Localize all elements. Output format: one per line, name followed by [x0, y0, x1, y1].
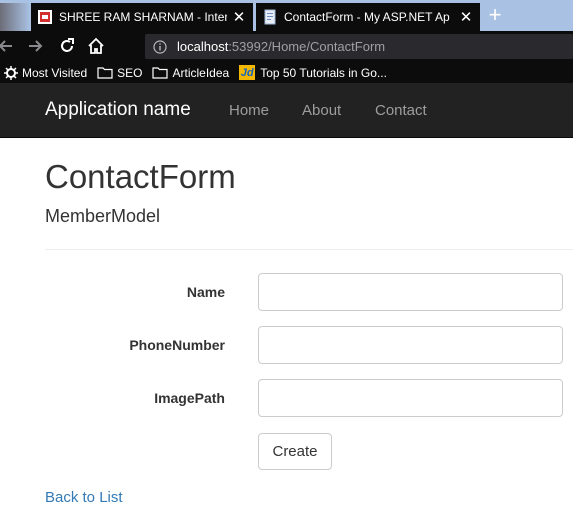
url-path: :53992/Home/ContactForm: [228, 39, 386, 54]
tab-close-icon[interactable]: ✕: [231, 8, 247, 26]
app-navbar: Application name Home About Contact: [0, 83, 573, 138]
imagepath-label: ImagePath: [154, 390, 225, 406]
url-host: localhost: [177, 39, 229, 54]
bookmark-label: SEO: [117, 65, 143, 80]
browser-toolbar: localhost:53992/Home/ContactForm: [0, 31, 573, 62]
bookmarks-bar: Most Visited SEO ArticleIdea Jd Top 50 T…: [0, 62, 573, 83]
back-to-list-link[interactable]: Back to List: [45, 489, 123, 506]
bookmark-most-visited[interactable]: Most Visited: [4, 65, 88, 80]
url-bar[interactable]: localhost:53992/Home/ContactForm: [145, 34, 573, 59]
model-subtitle: MemberModel: [45, 206, 161, 226]
tab-title: ContactForm - My ASP.NET Ap: [284, 10, 450, 24]
imagepath-input[interactable]: [258, 379, 563, 417]
info-icon[interactable]: [153, 39, 167, 54]
nav-link-home[interactable]: Home: [229, 102, 269, 119]
phonenumber-input[interactable]: [258, 326, 563, 364]
bookmark-label: Most Visited: [22, 65, 88, 80]
folder-icon: [152, 67, 169, 79]
create-button[interactable]: Create: [258, 433, 332, 470]
browser-tab-contactform[interactable]: ContactForm - My ASP.NET Ap ✕: [256, 3, 480, 31]
home-icon[interactable]: [86, 36, 106, 56]
back-arrow-icon[interactable]: [0, 36, 16, 56]
tab-overflow-fade: [0, 3, 30, 31]
page-title: ContactForm: [45, 158, 236, 195]
bookmark-label: Top 50 Tutorials in Go...: [260, 65, 387, 80]
nav-link-contact[interactable]: Contact: [375, 102, 427, 119]
jd-logo-icon: Jd: [239, 65, 256, 80]
gear-icon: [4, 65, 18, 80]
divider: [45, 249, 573, 250]
name-label: Name: [186, 284, 225, 300]
nav-link-about[interactable]: About: [302, 102, 341, 119]
new-tab-button[interactable]: +: [485, 3, 505, 29]
forward-arrow-icon[interactable]: [25, 36, 45, 56]
browser-tab-strip: SHREE RAM SHARNAM - Intern ✕ ContactForm…: [0, 0, 573, 31]
tab-close-icon[interactable]: ✕: [458, 8, 474, 26]
browser-tab-shree-ram[interactable]: SHREE RAM SHARNAM - Intern ✕: [31, 3, 253, 31]
document-icon: [264, 9, 276, 25]
bookmark-articleidea[interactable]: ArticleIdea: [152, 66, 229, 80]
name-input[interactable]: [258, 273, 563, 311]
bookmark-seo[interactable]: SEO: [97, 66, 142, 80]
navbar-brand[interactable]: Application name: [45, 99, 191, 121]
bookmark-label: ArticleIdea: [172, 65, 230, 80]
folder-icon: [97, 67, 113, 79]
reload-icon[interactable]: [57, 36, 77, 56]
page-favicon-icon: [38, 10, 52, 24]
phonenumber-label: PhoneNumber: [129, 337, 225, 353]
tab-title: SHREE RAM SHARNAM - Intern: [59, 10, 227, 24]
bookmark-top-50-tutorials[interactable]: Jd Top 50 Tutorials in Go...: [239, 65, 387, 80]
